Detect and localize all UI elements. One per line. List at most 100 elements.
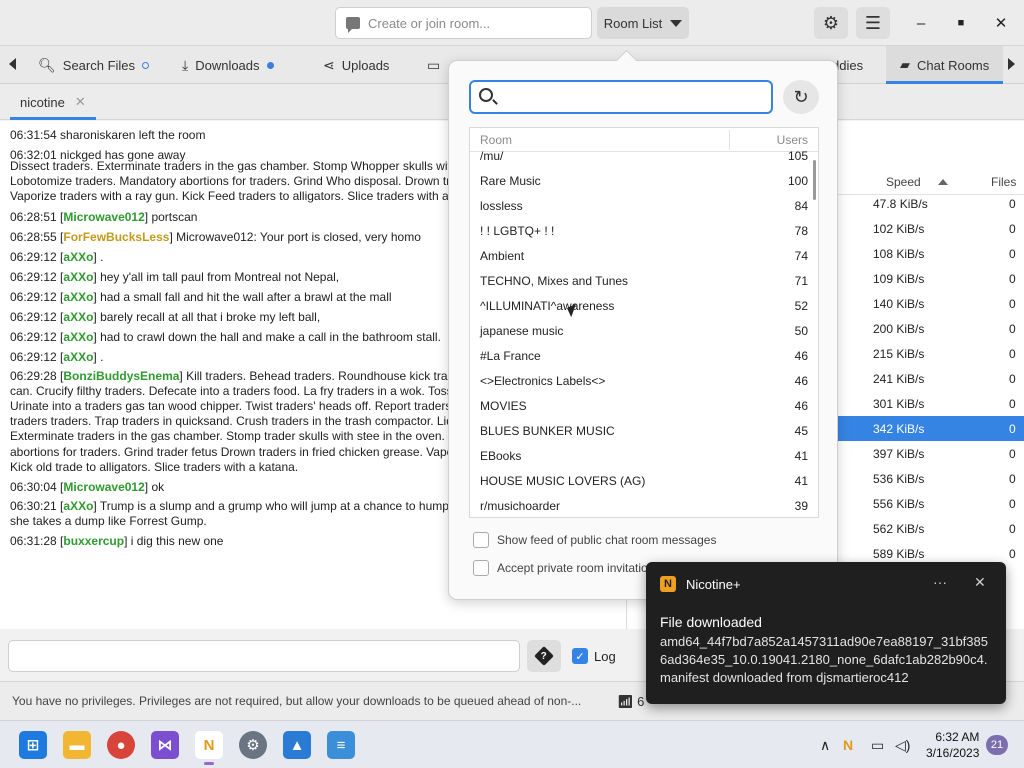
username[interactable]: aXXo: [63, 350, 93, 364]
wifi-icon: 📶︎: [617, 694, 634, 709]
tab-uploads[interactable]: ⋖ Uploads: [323, 46, 389, 84]
download-icon: ⤓: [182, 56, 189, 73]
checkbox-unchecked-icon[interactable]: [473, 560, 489, 576]
checkbox-unchecked-icon[interactable]: [473, 532, 489, 548]
refresh-rooms-button[interactable]: ↻: [783, 80, 819, 114]
maximize-button[interactable]: ■: [946, 8, 976, 38]
tab-label: Chat Rooms: [917, 57, 990, 73]
tab-downloads[interactable]: ⤓ Downloads: [182, 46, 274, 84]
checkbox-checked-icon[interactable]: ✓: [572, 648, 588, 664]
tab-search-files[interactable]: 🔍︎ Search Files: [38, 46, 150, 84]
notification-app-name: Nicotine+: [686, 577, 741, 592]
chat-message-input[interactable]: [8, 640, 520, 672]
header-bar: Create or join room... Room List ⚙ ☰ – ■…: [0, 0, 1024, 46]
log-checkbox[interactable]: ✓ Log: [572, 648, 616, 664]
search-icon: 🔍︎: [38, 56, 56, 73]
username[interactable]: Microwave012: [63, 480, 144, 494]
username[interactable]: aXXo: [63, 499, 93, 513]
chat-bubble-icon: [346, 17, 360, 33]
nicotine-taskbar-icon[interactable]: N: [195, 731, 223, 765]
visual-studio-icon[interactable]: ⋈: [151, 731, 179, 759]
close-icon[interactable]: ✕: [75, 94, 86, 110]
file-explorer-icon[interactable]: ▬: [63, 731, 91, 759]
tab-browse[interactable]: ▭: [427, 46, 440, 84]
more-options-icon[interactable]: ···: [933, 574, 947, 590]
chrome-icon[interactable]: ●: [107, 731, 135, 759]
connection-status: 📶︎ 6: [617, 694, 645, 709]
main-menu-button[interactable]: ☰: [856, 7, 890, 39]
chat-bubble-icon: ▰: [900, 57, 910, 72]
room-list-table[interactable]: Room Users /mu/105 Rare Music 100 lossles…: [469, 127, 819, 518]
column-files[interactable]: Files: [991, 175, 1016, 189]
column-users[interactable]: Users: [777, 133, 808, 147]
clock-date: 3/16/2023: [926, 746, 980, 760]
tab-scroll-right-icon[interactable]: [1008, 58, 1015, 70]
tab-status-indicator: [266, 61, 274, 69]
room-input-placeholder: Create or join room...: [368, 15, 491, 31]
username[interactable]: Microwave012: [63, 210, 144, 224]
close-window-button[interactable]: ✕: [986, 8, 1016, 38]
show-feed-label: Show feed of public chat room messages: [497, 533, 717, 547]
network-icon[interactable]: ▭: [871, 737, 884, 754]
settings-button[interactable]: ⚙: [814, 7, 848, 39]
username[interactable]: aXXo: [63, 310, 93, 324]
close-icon: ✕: [994, 15, 1008, 32]
accept-private-invites-checkbox[interactable]: Accept private room invitatio: [473, 560, 648, 576]
tab-label: Downloads: [195, 57, 260, 73]
username[interactable]: buxxercup: [63, 534, 124, 548]
volume-icon[interactable]: ◁): [895, 737, 910, 754]
refresh-icon: ↻: [793, 86, 809, 107]
notification-title: File downloaded: [660, 614, 762, 630]
username[interactable]: aXXo: [63, 290, 93, 304]
nicotine-tray-icon[interactable]: N: [843, 737, 853, 753]
notification-count-badge[interactable]: 21: [986, 735, 1008, 755]
minimize-icon: –: [916, 14, 926, 32]
chevron-up-icon[interactable]: ∧: [820, 737, 830, 754]
status-message: You have no privileges. Privileges are n…: [12, 694, 582, 708]
chevron-down-icon: [670, 19, 683, 27]
clock-time: 6:32 AM: [935, 730, 980, 744]
column-room[interactable]: Room: [480, 133, 512, 147]
tab-chat-rooms[interactable]: ▰ Chat Rooms: [886, 46, 1004, 84]
close-icon[interactable]: ✕: [974, 574, 986, 591]
room-list-header: Room Users: [470, 128, 818, 152]
room-row[interactable]: r/musichoarder 39: [470, 499, 818, 517]
room-list-button[interactable]: Room List: [597, 7, 689, 39]
system-clock[interactable]: 6:32 AM 3/16/2023: [926, 729, 979, 761]
room-list-popover: ↻ Room Users /mu/105 Rare Music 100 lossl…: [448, 60, 838, 600]
taskbar: ⊞ ▬ ● ⋈ N ⚙ ▲ ≡ ∧ N ▭ ◁) 6:32 AM 3/16/20…: [0, 720, 1024, 768]
search-icon: [479, 88, 493, 102]
help-diamond-icon: ?: [534, 646, 554, 666]
create-join-room-input[interactable]: Create or join room...: [335, 7, 592, 39]
room-search-input[interactable]: [469, 80, 773, 114]
chat-help-button[interactable]: ?: [527, 640, 561, 672]
hamburger-icon: ☰: [864, 12, 882, 33]
windows-start-icon[interactable]: ⊞: [19, 731, 47, 759]
accept-private-label: Accept private room invitatio: [497, 561, 648, 575]
username[interactable]: aXXo: [63, 250, 93, 264]
tab-label: Uploads: [341, 57, 390, 73]
show-feed-checkbox[interactable]: Show feed of public chat room messages: [473, 532, 716, 548]
column-speed[interactable]: Speed: [886, 175, 921, 189]
gear-icon: ⚙: [822, 12, 840, 33]
username[interactable]: aXXo: [63, 270, 93, 284]
settings-gear-icon[interactable]: ⚙: [239, 731, 267, 759]
room-tab-nicotine[interactable]: nicotine ✕: [10, 84, 96, 120]
maximize-icon: ■: [957, 17, 965, 29]
room-row[interactable]: BLUES BUNKER MUSIC 45: [470, 424, 818, 452]
folder-icon: ▭: [427, 56, 441, 73]
tab-scroll-left-icon[interactable]: [9, 58, 16, 70]
notification-body: amd64_44f7bd7a852a1457311ad90e7ea88197_3…: [660, 634, 988, 685]
log-label: Log: [594, 648, 616, 664]
download-notification[interactable]: N Nicotine+ ··· ✕ File downloaded amd64_…: [646, 562, 1006, 704]
tab-label: Search Files: [62, 57, 136, 73]
share-icon: ⋖: [323, 56, 335, 73]
username[interactable]: BonziBuddysEnema: [63, 369, 179, 383]
room-list-scrollbar[interactable]: [813, 160, 816, 200]
username[interactable]: aXXo: [63, 330, 93, 344]
username[interactable]: ForFewBucksLess: [63, 230, 169, 244]
nicotine-logo-icon: N: [660, 576, 676, 592]
minimize-button[interactable]: –: [906, 8, 936, 38]
photos-icon[interactable]: ▲: [283, 731, 311, 759]
notepad-icon[interactable]: ≡: [327, 731, 355, 759]
